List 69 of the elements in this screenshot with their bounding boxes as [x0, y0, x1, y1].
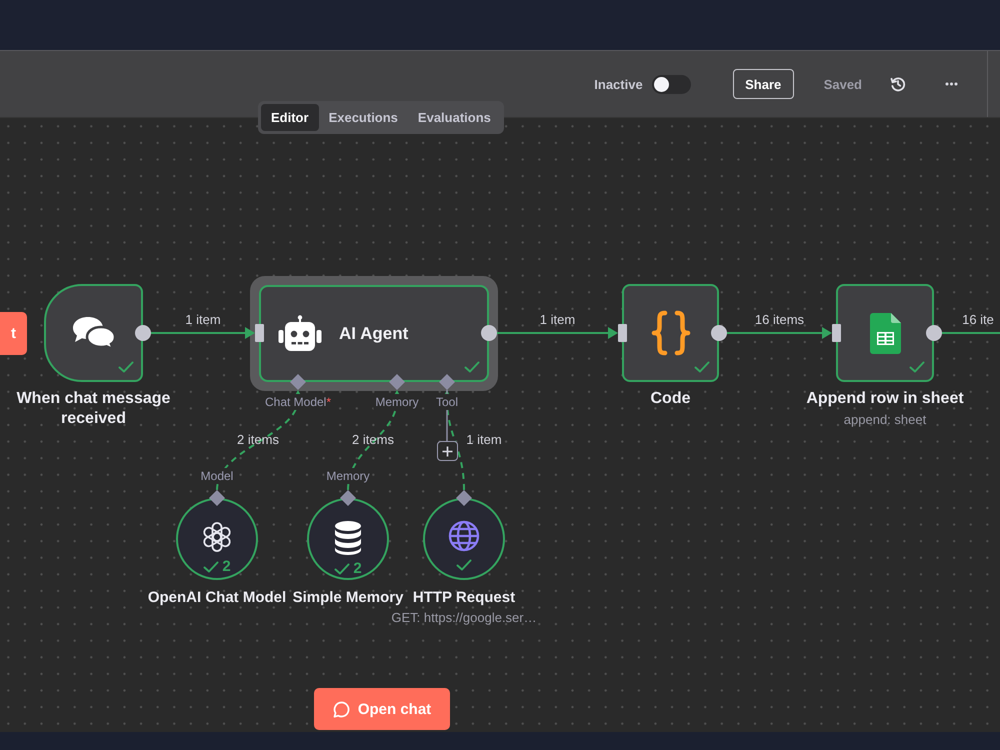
run-count: 2 — [222, 559, 231, 574]
output-handle[interactable] — [711, 325, 727, 341]
view-tab[interactable]: Evaluations — [408, 104, 501, 131]
active-toggle[interactable] — [652, 74, 691, 94]
database-icon — [333, 520, 363, 556]
port-label: Tool — [434, 394, 460, 410]
check-icon — [334, 562, 350, 574]
connection-label: 16 items — [754, 312, 804, 328]
connection-label: 16 ite — [962, 312, 994, 328]
connection-line — [942, 332, 1000, 334]
port-label: Model — [198, 468, 236, 484]
view-tab[interactable]: Editor — [261, 104, 319, 131]
output-handle[interactable] — [135, 325, 151, 341]
check-icon — [909, 361, 925, 373]
workflow-node[interactable] — [44, 284, 143, 382]
port-handle[interactable] — [340, 490, 356, 506]
view-tab[interactable]: Executions — [318, 104, 408, 131]
node-title: AI Agent — [339, 324, 408, 344]
globe-icon — [448, 520, 480, 552]
node-subtitle: GET: https://google.ser… — [391, 610, 537, 626]
input-handle[interactable] — [255, 324, 264, 342]
add-tool-button[interactable] — [437, 441, 458, 461]
port-label: Memory — [324, 468, 372, 484]
spreadsheet-icon — [870, 312, 900, 354]
open-chat-button[interactable]: Open chat — [314, 688, 450, 730]
cut-off-button[interactable]: t — [0, 312, 27, 355]
connection-label: 1 item — [185, 312, 221, 328]
sub-node[interactable]: 2 — [307, 498, 389, 580]
check-icon — [456, 558, 472, 570]
node-title: Simple Memory — [292, 588, 404, 608]
check-icon — [694, 361, 710, 373]
check-icon — [464, 361, 480, 373]
output-handle[interactable] — [926, 325, 942, 341]
chat-bubble-icon — [332, 700, 350, 718]
curly-braces-icon — [650, 310, 690, 356]
port-handle[interactable] — [209, 490, 225, 506]
check-icon — [118, 361, 134, 373]
save-status: Saved — [824, 76, 862, 92]
run-count: 2 — [353, 561, 362, 576]
port-label: Memory — [373, 394, 421, 410]
node-title: OpenAI Chat Model — [148, 588, 286, 608]
connection-label: 1 item — [540, 312, 576, 328]
connection-label: 2 items — [352, 432, 394, 448]
sub-node[interactable]: 2 — [176, 498, 258, 580]
port-handle[interactable] — [389, 374, 405, 390]
node-subtitle: append: sheet — [844, 412, 926, 428]
workflow-node[interactable]: AI Agent — [259, 285, 489, 382]
share-button[interactable]: Share — [732, 69, 794, 99]
node-title: When chat message received — [16, 389, 172, 429]
connection-label: 2 items — [237, 432, 279, 448]
plus-icon — [442, 446, 453, 456]
toggle-label: Inactive — [594, 76, 643, 92]
port-handle[interactable] — [439, 374, 455, 390]
node-title: Append row in sheet — [806, 389, 964, 409]
check-icon — [203, 560, 220, 572]
robot-icon — [277, 314, 323, 352]
port-label: Chat Model* — [262, 394, 334, 410]
workflow-node[interactable] — [836, 284, 934, 382]
input-handle[interactable] — [618, 324, 627, 342]
port-handle[interactable] — [456, 490, 472, 506]
node-title: HTTP Request — [412, 588, 516, 608]
workflow-node[interactable] — [622, 284, 719, 382]
node-title: Code — [650, 389, 690, 409]
port-handle[interactable] — [290, 374, 306, 390]
input-handle[interactable] — [832, 324, 841, 342]
more-icon — [944, 82, 958, 86]
connection-label: 1 item — [466, 432, 502, 448]
history-button[interactable] — [890, 76, 906, 92]
history-icon — [890, 76, 906, 92]
